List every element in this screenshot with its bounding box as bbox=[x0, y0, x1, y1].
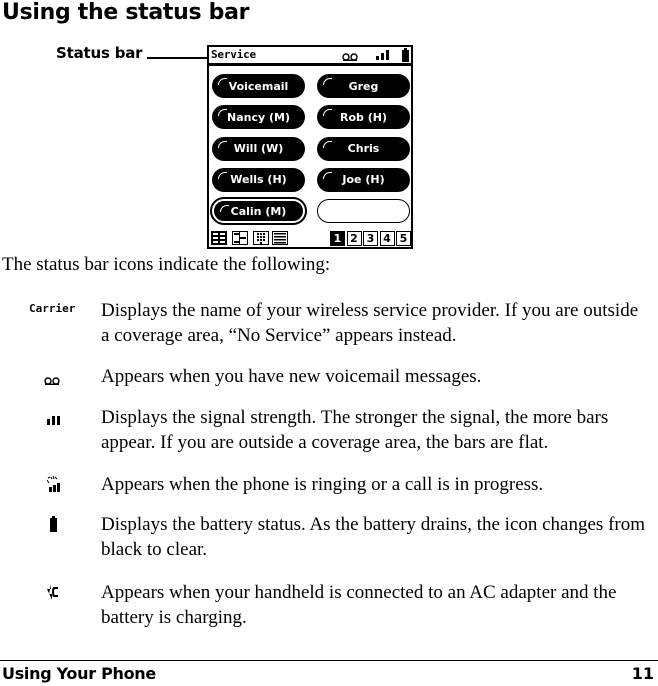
status-icon-description: Displays the signal strength. The strong… bbox=[101, 407, 609, 453]
footer-page-number: 11 bbox=[631, 664, 654, 683]
status-icon-description: Displays the battery status. As the batt… bbox=[101, 514, 646, 560]
battery-icon bbox=[50, 516, 57, 537]
speed-dial-button[interactable]: Chris bbox=[317, 136, 410, 161]
page-tab-2[interactable]: 2 bbox=[346, 231, 362, 246]
speed-dial-label: Joe (H) bbox=[342, 173, 385, 187]
speed-dial-label: Wells (H) bbox=[230, 173, 287, 187]
speed-dial-button[interactable]: Joe (H) bbox=[317, 167, 410, 192]
speed-dial-empty-button[interactable] bbox=[317, 199, 410, 224]
grid-view-icon[interactable] bbox=[211, 231, 227, 245]
page-tab-1[interactable]: 1 bbox=[330, 231, 345, 246]
speed-dial-button[interactable]: Nancy (M) bbox=[212, 105, 305, 130]
footer-section-title: Using Your Phone bbox=[2, 664, 156, 683]
bottom-toolbar: 12345 bbox=[209, 229, 411, 247]
page-tab-5[interactable]: 5 bbox=[396, 231, 411, 246]
speed-dial-label: Will (W) bbox=[233, 142, 284, 156]
speed-dial-button[interactable]: Will (W) bbox=[212, 136, 305, 161]
battery-icon bbox=[402, 48, 409, 62]
status-bar: Service bbox=[209, 47, 411, 66]
speed-dial-label: Nancy (M) bbox=[227, 110, 290, 124]
speed-dial-label: Greg bbox=[348, 79, 379, 93]
speed-dial-button[interactable]: Wells (H) bbox=[212, 167, 305, 192]
status-icon-description: Appears when the phone is ringing or a c… bbox=[101, 474, 544, 495]
lines-view-icon[interactable] bbox=[272, 231, 288, 245]
status-icon-description: Appears when you have new voicemail mess… bbox=[101, 366, 482, 387]
page-tab-4[interactable]: 4 bbox=[379, 231, 395, 246]
carrier-icon: Carrier bbox=[29, 302, 76, 315]
speed-dial-button[interactable]: Voicemail bbox=[212, 74, 305, 98]
list-view-icon[interactable] bbox=[232, 231, 248, 245]
status-icon-description: Displays the name of your wireless servi… bbox=[101, 300, 639, 346]
charging-icon bbox=[47, 584, 59, 605]
callout-label: Status bar bbox=[56, 44, 143, 62]
speed-dial-label: Voicemail bbox=[228, 79, 289, 93]
speed-dial-button[interactable]: Rob (H) bbox=[317, 105, 410, 130]
voicemail-icon bbox=[342, 53, 358, 61]
speed-dial-label: Chris bbox=[347, 142, 380, 156]
signal-strength-icon bbox=[47, 412, 61, 430]
intro-text: The status bar icons indicate the follow… bbox=[2, 254, 331, 275]
footer-divider bbox=[0, 660, 658, 661]
keypad-view-icon[interactable] bbox=[253, 231, 269, 245]
speed-dial-button[interactable]: Greg bbox=[317, 74, 410, 98]
voicemail-icon bbox=[44, 372, 60, 390]
status-bar-divider bbox=[209, 63, 411, 66]
status-icon-description: Appears when your handheld is connected … bbox=[101, 582, 617, 628]
carrier-name[interactable]: Service bbox=[211, 48, 256, 61]
page-heading: Using the status bar bbox=[2, 0, 250, 25]
speed-dial-button[interactable]: Calin (M) bbox=[210, 197, 307, 226]
phone-screen: Service Voicemail Greg Nancy (M) Rob (H) Wil… bbox=[207, 45, 413, 249]
speed-dial-label: Rob (H) bbox=[340, 110, 387, 124]
call-in-progress-icon bbox=[46, 475, 63, 497]
page-tab-3[interactable]: 3 bbox=[363, 231, 378, 246]
signal-strength-icon bbox=[376, 50, 389, 60]
speed-dial-label: Calin (M) bbox=[230, 204, 287, 218]
callout-leader-line bbox=[147, 57, 208, 59]
